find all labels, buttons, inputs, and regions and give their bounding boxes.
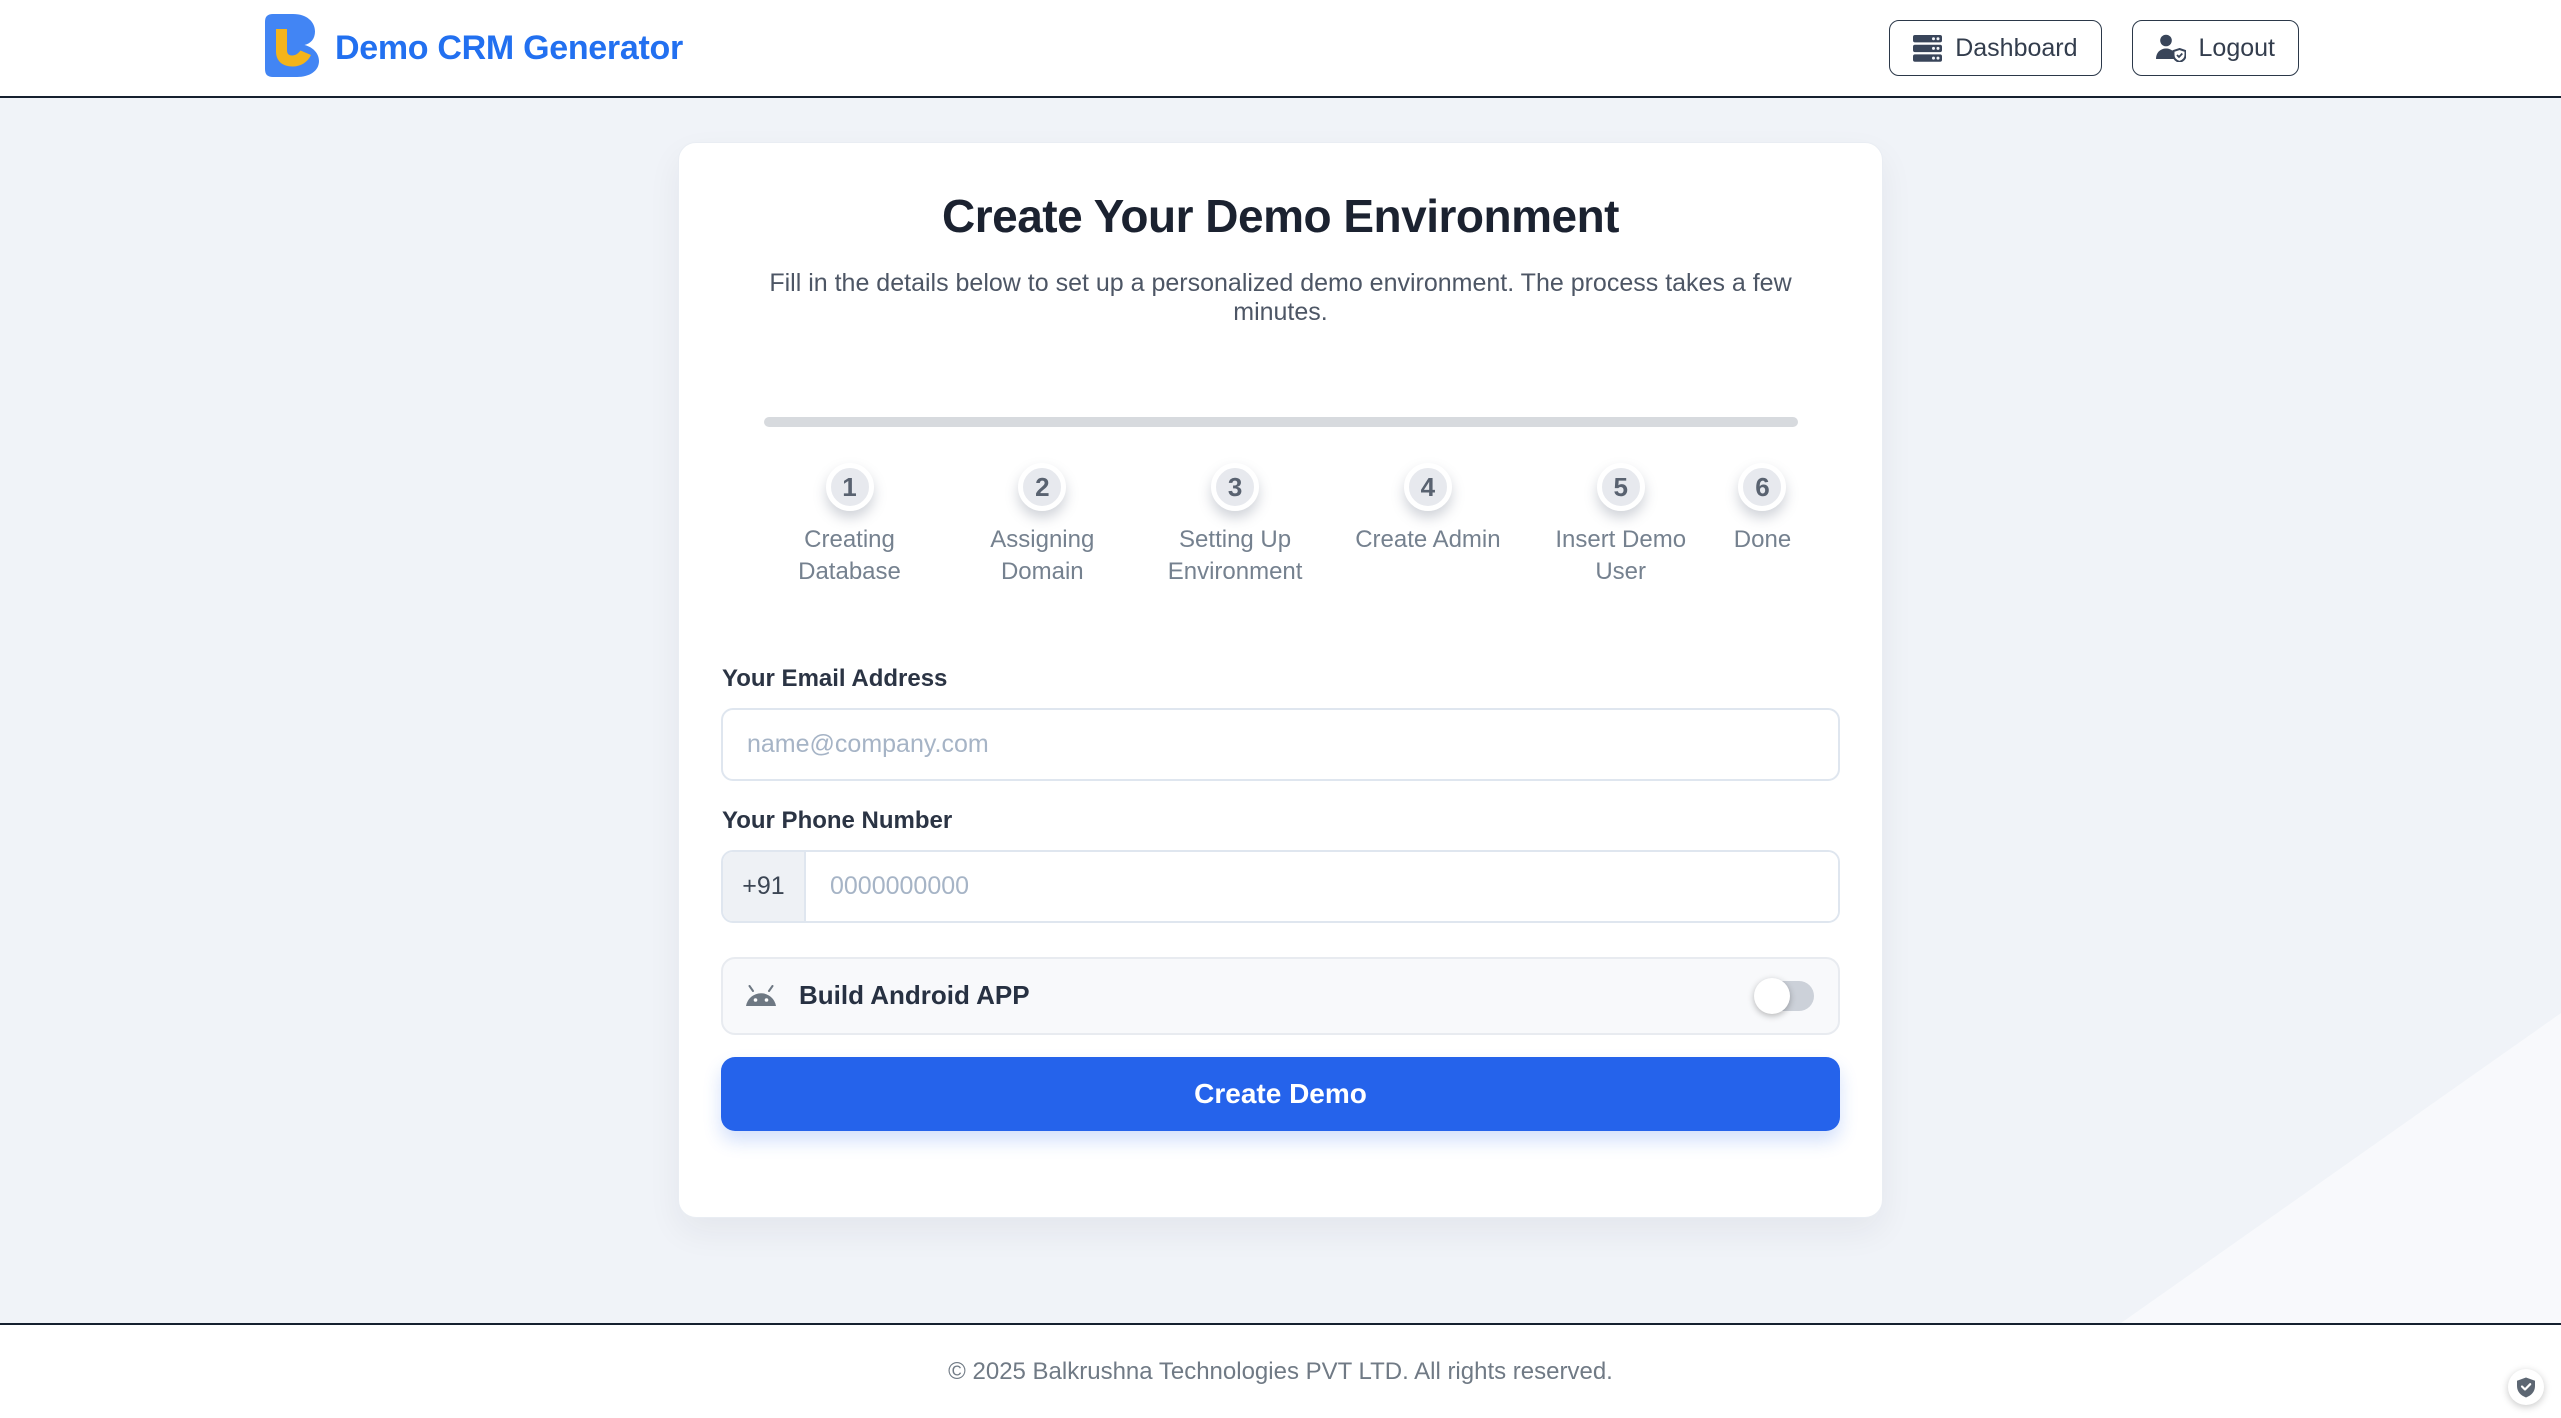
step-setting-up-environment: 3 Setting Up Environment — [1149, 463, 1321, 589]
step-circle: 2 — [1018, 463, 1066, 511]
build-android-row: Build Android APP — [721, 957, 1840, 1035]
phone-block: Your Phone Number +91 — [721, 807, 1840, 923]
step-circle: 5 — [1597, 463, 1645, 511]
email-label: Your Email Address — [722, 665, 1840, 693]
page-title: Create Your Demo Environment — [721, 189, 1840, 243]
progress-bar — [764, 417, 1798, 427]
phone-field[interactable] — [806, 852, 1838, 921]
phone-label: Your Phone Number — [722, 807, 1840, 835]
steps-row: 1 Creating Database 2 Assigning Domain 3… — [764, 463, 1798, 589]
step-assigning-domain: 2 Assigning Domain — [956, 463, 1128, 589]
shield-check-badge[interactable] — [2508, 1369, 2544, 1405]
logout-button[interactable]: Logout — [2132, 20, 2299, 76]
app-header: Demo CRM Generator Dashboard — [0, 0, 2561, 98]
create-demo-button[interactable]: Create Demo — [721, 1057, 1840, 1131]
step-circle: 4 — [1404, 463, 1452, 511]
step-circle: 1 — [826, 463, 874, 511]
demo-form: Your Email Address Your Phone Number +91 — [721, 665, 1840, 1131]
brand[interactable]: Demo CRM Generator — [263, 14, 683, 82]
page-subtitle: Fill in the details below to set up a pe… — [721, 269, 1840, 327]
user-logout-icon — [2156, 34, 2186, 62]
step-circle: 6 — [1738, 463, 1786, 511]
step-label: Setting Up Environment — [1149, 524, 1321, 589]
step-label: Insert Demo User — [1535, 524, 1707, 589]
step-creating-database: 1 Creating Database — [764, 463, 936, 589]
logout-button-label: Logout — [2199, 34, 2275, 63]
copyright-text: © 2025 Balkrushna Technologies PVT LTD. … — [948, 1358, 1613, 1386]
app-footer: © 2025 Balkrushna Technologies PVT LTD. … — [0, 1323, 2561, 1418]
step-circle: 3 — [1211, 463, 1259, 511]
build-android-toggle[interactable] — [1756, 981, 1814, 1011]
email-field[interactable] — [721, 708, 1840, 781]
step-done: 6 Done — [1727, 463, 1797, 589]
brand-title: Demo CRM Generator — [335, 29, 683, 68]
header-actions: Dashboard Logout — [1889, 20, 2299, 76]
server-stack-icon — [1913, 35, 1942, 62]
phone-input-group: +91 — [721, 850, 1840, 923]
phone-country-prefix: +91 — [723, 852, 806, 921]
step-create-admin: 4 Create Admin — [1342, 463, 1514, 589]
toggle-knob — [1754, 978, 1790, 1014]
dashboard-button[interactable]: Dashboard — [1889, 20, 2101, 76]
main-area: Create Your Demo Environment Fill in the… — [0, 98, 2561, 1323]
dashboard-button-label: Dashboard — [1955, 34, 2077, 63]
create-demo-card: Create Your Demo Environment Fill in the… — [678, 142, 1883, 1218]
brand-logo-icon — [263, 14, 321, 82]
step-label: Assigning Domain — [956, 524, 1128, 589]
build-android-label: Build Android APP — [799, 980, 1030, 1011]
android-icon — [743, 985, 779, 1007]
corner-decoration — [2121, 1013, 2561, 1323]
step-insert-demo-user: 5 Insert Demo User — [1535, 463, 1707, 589]
step-label: Done — [1734, 524, 1791, 556]
step-label: Creating Database — [764, 524, 936, 589]
progress-track — [764, 417, 1798, 427]
step-label: Create Admin — [1355, 524, 1500, 556]
